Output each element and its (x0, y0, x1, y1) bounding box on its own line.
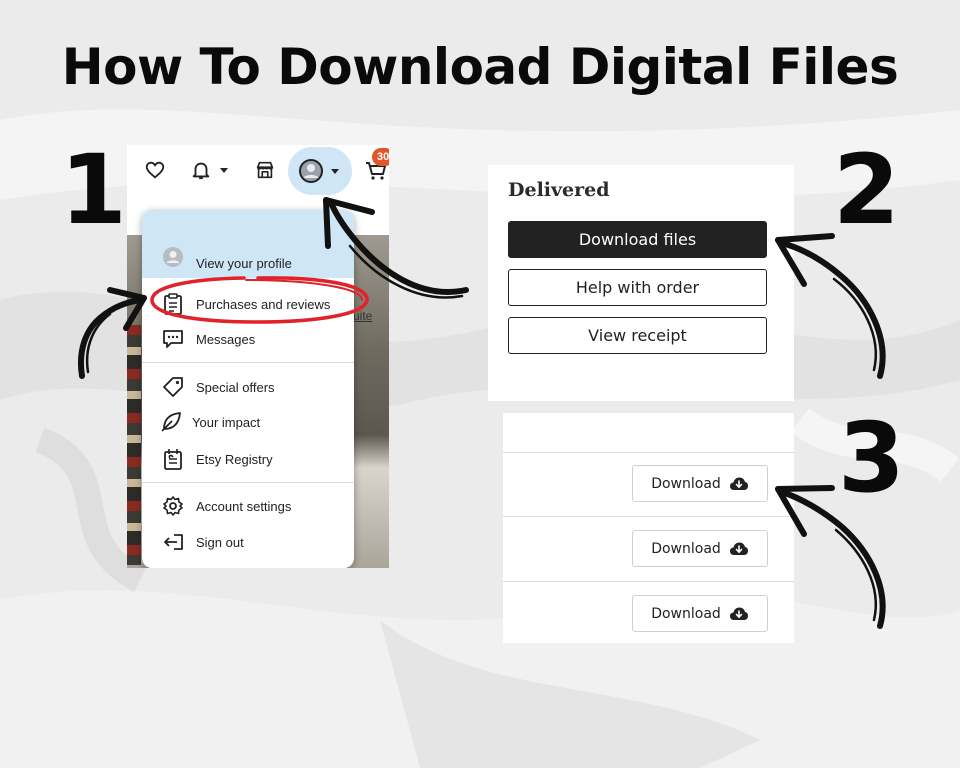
arrow-to-download-button (779, 489, 886, 629)
annotation-arrows (78, 197, 886, 629)
arrow-to-purchases (78, 297, 143, 379)
arrow-to-download-files (779, 240, 886, 379)
